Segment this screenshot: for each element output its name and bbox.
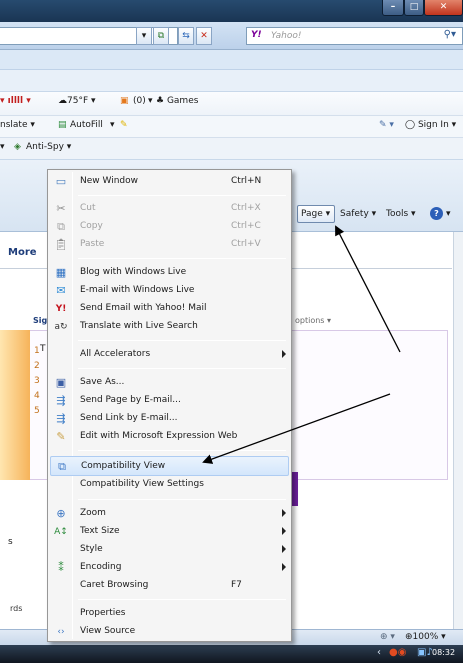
annotation-arrows (202, 225, 401, 464)
arrow-to-compatibility-view (202, 393, 391, 464)
arrow-to-page-button (335, 225, 401, 353)
